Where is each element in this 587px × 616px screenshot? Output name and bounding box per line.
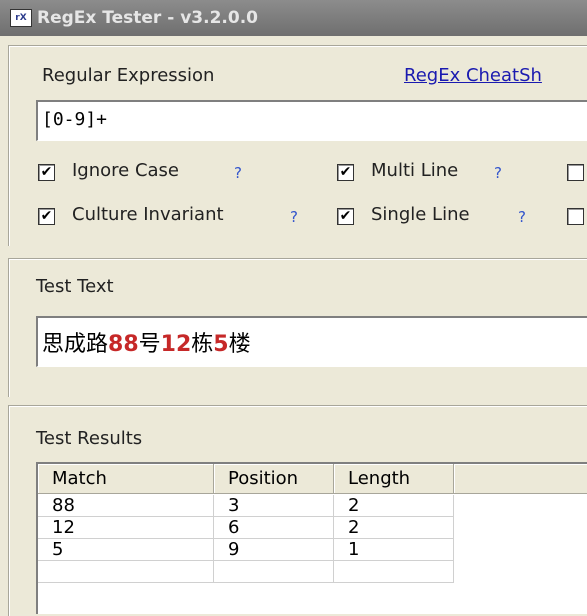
test-text-segment: 栋 [191, 332, 214, 357]
culture-invariant-label: Culture Invariant [72, 204, 224, 225]
cheatsheet-link[interactable]: RegEx CheatSh [404, 65, 542, 86]
table-cell[interactable]: 3 [214, 495, 334, 517]
match-highlight: 5 [213, 332, 229, 357]
ignore-case-checkbox[interactable]: ✔ [38, 164, 55, 181]
rx-app-icon: rX [10, 9, 32, 27]
test-text-segment: 思成路 [42, 332, 109, 357]
single-line-label: Single Line [371, 204, 470, 225]
title-bar: rX RegEx Tester - v3.2.0.0 [0, 0, 587, 36]
single-line-help-icon[interactable]: ? [518, 208, 526, 226]
results-grid[interactable]: Match Position Length 88 3 2 12 6 2 5 9 … [36, 462, 587, 614]
multi-line-checkbox[interactable]: ✔ [337, 164, 354, 181]
table-cell[interactable]: 6 [214, 517, 334, 539]
table-cell[interactable]: 5 [38, 539, 214, 561]
single-line-checkbox[interactable]: ✔ [337, 208, 354, 225]
regex-input[interactable]: [0-9]+ [36, 100, 587, 141]
results-label: Test Results [36, 428, 143, 449]
test-text-segment: 楼 [228, 332, 251, 357]
match-highlight: 12 [160, 332, 192, 357]
match-highlight: 88 [108, 332, 139, 357]
window-title: RegEx Tester - v3.2.0.0 [37, 8, 258, 28]
test-text-content: 思成路88号12栋5楼 [42, 326, 251, 358]
ignore-case-label: Ignore Case [72, 160, 180, 181]
table-cell[interactable]: 2 [334, 517, 454, 539]
culture-invariant-help-icon[interactable]: ? [290, 208, 298, 226]
test-text-input[interactable]: 思成路88号12栋5楼 [36, 316, 587, 367]
column-header-match[interactable]: Match [38, 464, 214, 494]
table-cell[interactable]: 2 [334, 495, 454, 517]
ignore-case-help-icon[interactable]: ? [234, 164, 242, 182]
option-checkbox-partial[interactable] [567, 164, 584, 181]
test-text-label: Test Text [36, 276, 114, 297]
test-text-segment: 号 [138, 332, 161, 357]
table-cell-empty [334, 561, 454, 583]
table-cell[interactable]: 12 [38, 517, 214, 539]
column-header-length[interactable]: Length [334, 464, 454, 494]
regex-input-value: [0-9]+ [42, 109, 108, 130]
multi-line-label: Multi Line [371, 160, 459, 181]
table-cell-empty [214, 561, 334, 583]
table-cell-empty [38, 561, 214, 583]
culture-invariant-checkbox[interactable]: ✔ [38, 208, 55, 225]
regex-label: Regular Expression [42, 65, 215, 86]
option-checkbox-partial-2[interactable] [567, 208, 584, 225]
column-header-position[interactable]: Position [214, 464, 334, 494]
table-cell[interactable]: 9 [214, 539, 334, 561]
table-cell[interactable]: 88 [38, 495, 214, 517]
multi-line-help-icon[interactable]: ? [494, 164, 502, 182]
table-cell[interactable]: 1 [334, 539, 454, 561]
column-header-empty [454, 464, 587, 494]
